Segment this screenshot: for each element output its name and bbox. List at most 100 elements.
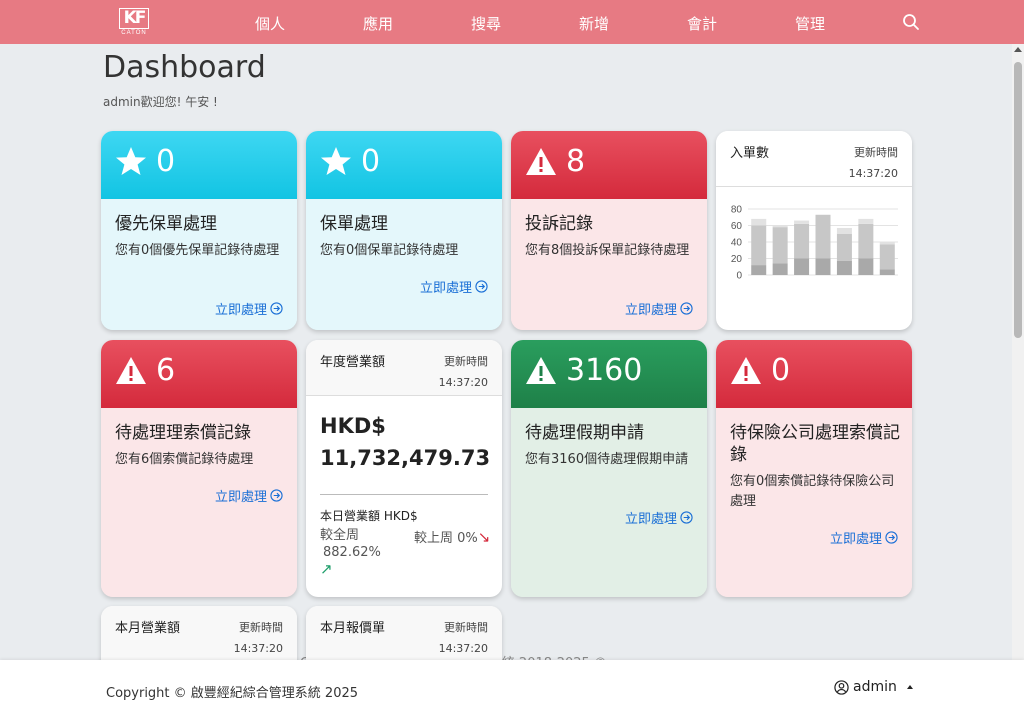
- bar-segment: [772, 227, 788, 264]
- process-now-link[interactable]: 立即處理: [420, 277, 488, 296]
- card-title: 待保險公司處理索償記錄: [730, 423, 900, 465]
- vs-last-week: 較上周 0%↘: [414, 527, 490, 546]
- card-title: 投訴記錄: [525, 214, 593, 234]
- card-title: 保單處理: [320, 214, 388, 234]
- bar-segment: [815, 258, 831, 275]
- pending-claims-card: 6 待處理理索償記錄 您有6個索償記錄待處理 立即處理: [101, 340, 297, 597]
- bar-segment: [772, 225, 788, 228]
- bar-segment: [815, 214, 831, 259]
- card-text: 您有3160個待處理假期申請: [525, 452, 689, 467]
- arrow-circle-right-icon: [680, 511, 693, 524]
- user-menu[interactable]: admin: [834, 679, 913, 695]
- card-text: 您有0個優先保單記錄待處理: [115, 243, 280, 258]
- count-value: 0: [771, 353, 791, 388]
- scrollbar-thumb[interactable]: [1014, 62, 1022, 338]
- search-icon[interactable]: [902, 13, 920, 31]
- bar-segment: [836, 260, 852, 275]
- card-header: 0: [101, 131, 297, 199]
- bar-segment: [794, 258, 810, 275]
- top-navbar: KF CATON 個人 應用 搜尋 新增 會計 管理: [0, 0, 1024, 44]
- arrow-circle-right-icon: [270, 489, 283, 502]
- vs-last-value: 0%: [457, 531, 478, 546]
- nav-item-accounting[interactable]: 會計: [687, 13, 717, 34]
- card-header: 本月報價單 更新時間 14:37:20: [306, 606, 502, 662]
- card-text: 您有0個索償記錄待保險公司處理: [730, 474, 895, 509]
- y-tick-label: 0: [736, 271, 742, 282]
- process-now-link[interactable]: 立即處理: [830, 528, 898, 547]
- vs-last-label: 較上周: [414, 531, 454, 546]
- link-label: 立即處理: [624, 303, 677, 318]
- card-label: 入單數: [730, 146, 770, 161]
- bar-segment: [751, 218, 767, 226]
- brand-logo[interactable]: KF CATON: [119, 8, 149, 36]
- user-name: admin: [853, 679, 897, 695]
- y-tick-label: 60: [731, 221, 743, 232]
- link-label: 立即處理: [829, 532, 882, 547]
- count-value: 6: [156, 353, 176, 388]
- card-text: 您有0個保單記錄待處理: [320, 243, 459, 258]
- annual-revenue-card: 年度營業額 更新時間 14:37:20 HKD$ 11,732,479.73 本…: [306, 340, 502, 597]
- card-header: 入單數 更新時間 14:37:20: [716, 131, 912, 187]
- warning-icon: [731, 357, 761, 384]
- update-time: 更新時間 14:37:20: [439, 617, 488, 659]
- orders-chart-card: 入單數 更新時間 14:37:20 0 20 40 60 80: [716, 131, 912, 330]
- bar-segment: [751, 225, 767, 266]
- card-header: 0: [306, 131, 502, 199]
- y-tick-label: 40: [731, 238, 743, 249]
- trend-down-icon: ↘: [477, 528, 491, 546]
- bar-segment: [836, 227, 852, 234]
- nav-item-add[interactable]: 新增: [579, 13, 609, 34]
- update-time: 更新時間 14:37:20: [234, 617, 283, 659]
- bar-segment: [794, 220, 810, 224]
- arrow-circle-right-icon: [475, 280, 488, 293]
- arrow-circle-right-icon: [270, 302, 283, 315]
- count-value: 3160: [566, 353, 643, 388]
- nav-item-apps[interactable]: 應用: [363, 13, 393, 34]
- y-tick-label: 20: [731, 254, 743, 265]
- bar-segment: [858, 223, 874, 259]
- link-label: 立即處理: [214, 490, 267, 505]
- revenue-currency: HKD$: [320, 414, 386, 438]
- page-title: Dashboard: [103, 50, 266, 85]
- vs-all-week: 較全周 882.62% ↗: [320, 527, 381, 578]
- update-value: 14:37:20: [438, 642, 488, 655]
- bar-segment: [879, 242, 895, 245]
- update-value: 14:37:20: [438, 376, 488, 389]
- copyright-text: Copyright © 啟豐經紀綜合管理系統 2025: [106, 686, 359, 701]
- update-label: 更新時間: [239, 621, 283, 634]
- process-now-link[interactable]: 立即處理: [215, 299, 283, 318]
- process-now-link[interactable]: 立即處理: [625, 508, 693, 527]
- vs-all-label: 較全周: [320, 528, 360, 543]
- process-now-link[interactable]: 立即處理: [625, 299, 693, 318]
- complaint-card: 8 投訴記錄 您有8個投訴保單記錄待處理 立即處理: [511, 131, 707, 330]
- nav-item-admin[interactable]: 管理: [795, 13, 825, 34]
- nav-item-personal[interactable]: 個人: [255, 13, 285, 34]
- insurer-claims-card: 0 待保險公司處理索償記錄 您有0個索償記錄待保險公司處理 立即處理: [716, 340, 912, 597]
- divider: [320, 494, 488, 495]
- update-value: 14:37:20: [848, 167, 898, 180]
- count-value: 0: [361, 144, 381, 179]
- link-label: 立即處理: [624, 512, 677, 527]
- bar-segment: [879, 269, 895, 275]
- policy-card: 0 保單處理 您有0個保單記錄待處理 立即處理: [306, 131, 502, 330]
- today-revenue-label: 本日營業額 HKD$: [320, 509, 418, 523]
- link-label: 立即處理: [214, 303, 267, 318]
- scroll-up-arrow-icon[interactable]: [1014, 47, 1022, 52]
- warning-icon: [116, 357, 146, 384]
- card-text: 您有6個索償記錄待處理: [115, 452, 254, 467]
- bar-segment: [858, 258, 874, 275]
- card-title: 待處理理索償記錄: [115, 423, 251, 443]
- priority-policy-card: 0 優先保單處理 您有0個優先保單記錄待處理 立即處理: [101, 131, 297, 330]
- revenue-amount: 11,732,479.73: [320, 446, 491, 470]
- leave-request-card: 3160 待處理假期申請 您有3160個待處理假期申請 立即處理: [511, 340, 707, 597]
- bar-segment: [772, 263, 788, 275]
- bar-segment: [794, 223, 810, 259]
- update-value: 14:37:20: [233, 642, 283, 655]
- card-header: 6: [101, 340, 297, 408]
- arrow-circle-right-icon: [680, 302, 693, 315]
- logo-subtext: CATON: [119, 28, 149, 37]
- count-value: 0: [156, 144, 176, 179]
- nav-item-search[interactable]: 搜尋: [471, 13, 501, 34]
- bar-segment: [751, 265, 767, 275]
- process-now-link[interactable]: 立即處理: [215, 486, 283, 505]
